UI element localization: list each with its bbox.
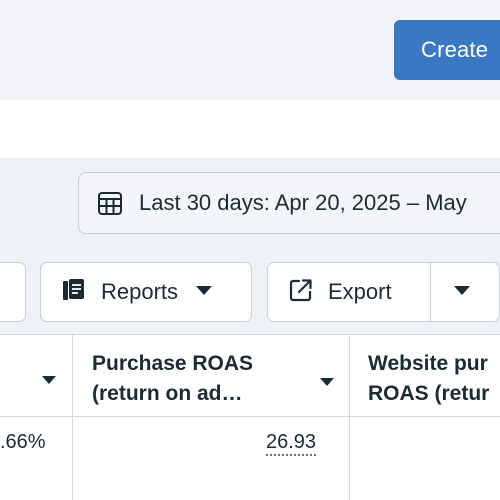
- table-cell: .66%: [0, 431, 46, 453]
- page-header-area: [0, 100, 500, 158]
- caret-down-icon: [196, 283, 213, 301]
- column-header-line: ROAS (retur: [368, 382, 490, 405]
- caret-down-icon: [454, 283, 470, 301]
- column-header-line: Website pur: [368, 352, 488, 375]
- export-dropdown-button[interactable]: [430, 262, 500, 322]
- column-divider: [349, 335, 350, 500]
- column-sort-caret-icon[interactable]: [42, 372, 56, 390]
- export-button[interactable]: Export: [267, 262, 431, 322]
- date-range-label: Last 30 days: Apr 20, 2025 – May: [139, 190, 467, 215]
- column-divider: [72, 335, 73, 500]
- date-range-picker[interactable]: Last 30 days: Apr 20, 2025 – May: [78, 172, 500, 234]
- reports-label: Reports: [101, 279, 179, 304]
- column-header-line: (return on ad…: [92, 382, 243, 405]
- reports-icon: [61, 277, 87, 308]
- column-header-website-purchase-roas[interactable]: Website pur ROAS (retur: [368, 349, 500, 409]
- calendar-icon: [95, 188, 125, 218]
- results-table: Purchase ROAS (return on ad… Website pur…: [0, 334, 500, 500]
- reports-button[interactable]: Reports: [40, 262, 252, 322]
- table-cell-purchase-roas[interactable]: 26.93: [266, 431, 317, 456]
- column-header-line: Purchase ROAS: [92, 352, 254, 375]
- toolbar-button-partial[interactable]: [0, 262, 26, 322]
- create-button[interactable]: Create: [394, 20, 500, 80]
- export-icon: [288, 277, 314, 308]
- purchase-roas-value: 26.93: [266, 431, 317, 456]
- export-label: Export: [328, 279, 392, 304]
- caret-down-icon[interactable]: [320, 374, 334, 392]
- column-header-purchase-roas[interactable]: Purchase ROAS (return on ad…: [92, 349, 312, 409]
